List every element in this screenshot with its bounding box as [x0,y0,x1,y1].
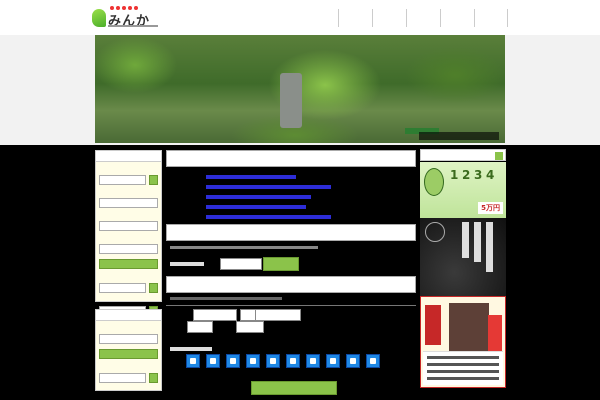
detail-heading [166,276,416,293]
go-button[interactable] [149,175,158,185]
go-button[interactable] [149,283,158,293]
go-button[interactable] [149,373,158,383]
category-search-button[interactable] [263,257,299,271]
bench-icon[interactable] [266,354,280,368]
field-label [99,235,158,242]
vertical-text [462,222,469,258]
banner-mark: 1 [450,168,459,182]
banner-mark: 2 [462,168,471,182]
detail-field-1[interactable] [193,309,237,321]
banner-title [449,303,489,353]
detail-field-5[interactable] [236,321,264,333]
shower-icon[interactable] [306,354,320,368]
toilet-icon[interactable] [226,354,240,368]
city-select[interactable] [99,221,158,231]
nav-item-1[interactable] [338,9,372,27]
car-icon[interactable] [346,354,360,368]
tour-contest-banner[interactable]: 1 2 3 4 5万円 [420,162,506,218]
category-heading [166,224,416,241]
banner-mark: 3 [474,168,483,182]
stone-lantern [280,73,302,128]
divider [166,305,416,306]
area-select[interactable] [99,198,158,208]
banner-feature-list [423,351,503,385]
logo-tagline [108,25,158,27]
banner-tag [488,315,502,351]
facility-select[interactable] [99,244,158,254]
news-item[interactable] [170,182,415,192]
news-title-link[interactable] [206,175,296,179]
keyword-input[interactable] [99,283,146,293]
nav-item-5[interactable] [474,9,508,27]
prefecture-select[interactable] [99,175,146,185]
sidebar-search-button[interactable] [99,259,158,269]
site-header: みんかつ [0,0,600,48]
facility-icon-row [186,354,380,368]
news-list [170,172,415,222]
brand-logo-icon [425,222,445,242]
sidebar-box-title [96,310,161,321]
field-label [99,189,158,196]
field-label [99,325,158,332]
nav-item-4[interactable] [440,9,474,27]
news-title-link[interactable] [206,215,331,219]
detail-field-4[interactable] [187,321,213,333]
leaf-logo-icon [92,9,106,27]
banner-mark: 4 [486,168,495,182]
field-label [99,297,158,304]
detail-field-3[interactable] [255,309,301,321]
site-logo[interactable]: みんかつ [92,6,160,48]
sidebar-region-box [95,309,162,391]
bath-icon[interactable] [246,354,260,368]
category-label [170,262,204,266]
hero-image [95,35,505,143]
region-select[interactable] [99,334,158,344]
news-title-link[interactable] [206,195,311,199]
field-label [99,166,158,173]
sub-region-select[interactable] [99,373,146,383]
dried-vegetables-banner[interactable] [420,218,506,296]
news-title-link[interactable] [206,205,306,209]
shop-icon[interactable] [366,354,380,368]
parking-icon[interactable] [286,354,300,368]
news-item[interactable] [170,172,415,182]
field-label [99,274,158,281]
dried-food-banner[interactable] [420,296,506,388]
main-nav [338,9,508,27]
vertical-text [486,222,493,272]
nav-item-2[interactable] [372,9,406,27]
more-link[interactable] [99,385,158,391]
nav-item-3[interactable] [406,9,440,27]
facility-icons-label [170,347,212,351]
news-title-link[interactable] [206,185,331,189]
mascot-icon [424,168,444,196]
right-banner-header [420,149,506,161]
field-label [99,364,158,371]
news-heading [166,150,416,167]
sidebar-box-title [96,151,161,162]
banner-price: 5万円 [478,202,503,214]
region-search-button[interactable] [99,349,158,359]
category-select[interactable] [220,258,262,270]
food-icon[interactable] [186,354,200,368]
detail-subtitle [170,297,282,300]
news-item[interactable] [170,212,415,222]
news-item[interactable] [170,192,415,202]
sidebar-search-box [95,150,162,316]
detail-search-button[interactable] [251,381,337,395]
hero-caption [419,132,499,140]
news-item[interactable] [170,202,415,212]
field-label [99,212,158,219]
sink-icon[interactable] [326,354,340,368]
tent-icon[interactable] [206,354,220,368]
banner-label [425,305,441,345]
vertical-text [474,222,481,262]
category-description [170,246,318,249]
